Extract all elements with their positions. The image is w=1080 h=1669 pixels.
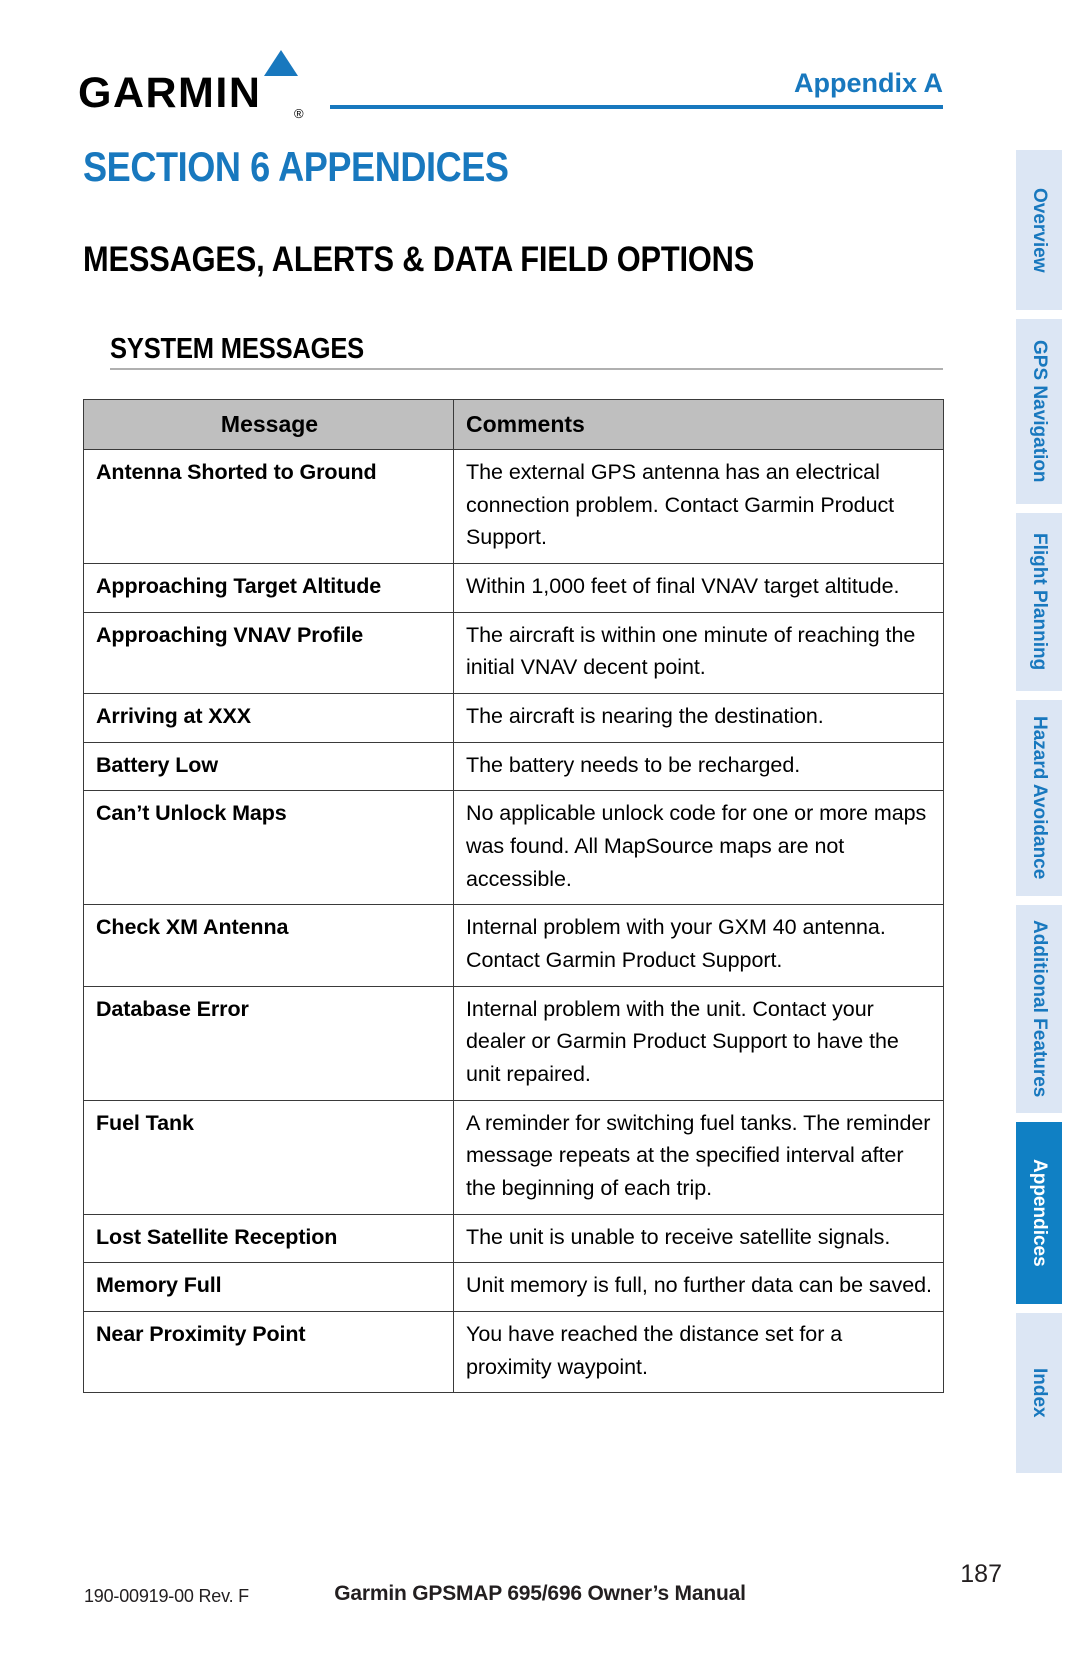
- section-tab-hazard-avoidance[interactable]: Hazard Avoidance: [1016, 700, 1062, 896]
- cell-comments: Within 1,000 feet of final VNAV target a…: [453, 562, 944, 613]
- footer-manual-title: Garmin GPSMAP 695/696 Owner’s Manual: [334, 1582, 746, 1605]
- column-header-message: Message: [83, 399, 454, 450]
- garmin-logo: GARMIN ®: [78, 50, 318, 121]
- cell-message: Check XM Antenna: [83, 904, 454, 987]
- table-row: Check XM Antenna Internal problem with yo…: [83, 904, 944, 987]
- cell-comments: Internal problem with your GXM 40 antenn…: [453, 904, 944, 987]
- cell-comments: No applicable unlock code for one or mor…: [453, 790, 944, 906]
- cell-comments: Internal problem with the unit. Contact …: [453, 985, 944, 1101]
- cell-message: Approaching Target Altitude: [83, 562, 454, 613]
- section-tab-label: Additional Features: [1029, 920, 1050, 1098]
- cell-message: Near Proximity Point: [83, 1311, 454, 1394]
- subsection-heading-wrap: SYSTEM MESSAGES: [110, 333, 943, 370]
- subsection-rule: [110, 368, 943, 370]
- cell-message: Arriving at XXX: [83, 692, 454, 743]
- appendix-label: Appendix A: [793, 68, 943, 98]
- cell-comments: Unit memory is full, no further data can…: [453, 1262, 944, 1313]
- section-tab-strip: Overview GPS Navigation Flight Planning Haz…: [1016, 150, 1062, 1482]
- cell-message: Can’t Unlock Maps: [83, 790, 454, 906]
- section-tab-label: Flight Planning: [1029, 533, 1050, 671]
- section-tab-additional-features[interactable]: Additional Features: [1016, 905, 1062, 1113]
- cell-message: Lost Satellite Reception: [83, 1213, 454, 1264]
- page-header: GARMIN ® Appendix A: [0, 0, 1080, 125]
- cell-message: Fuel Tank: [83, 1099, 454, 1215]
- column-header-comments: Comments: [453, 399, 944, 450]
- table-row: Lost Satellite Reception The unit is unab…: [83, 1213, 944, 1264]
- document-page: GARMIN ® Appendix A SECTION 6 APPENDICES…: [0, 0, 1080, 1669]
- section-tab-gps-navigation[interactable]: GPS Navigation: [1016, 319, 1062, 504]
- table-row: Database Error Internal problem with the …: [83, 985, 944, 1101]
- table-row: Approaching Target Altitude Within 1,000 …: [83, 562, 944, 613]
- cell-comments: The aircraft is nearing the destination.: [453, 692, 944, 743]
- section-tab-label: Hazard Avoidance: [1029, 716, 1050, 880]
- cell-message: Battery Low: [83, 741, 454, 792]
- table-row: Memory Full Unit memory is full, no furth…: [83, 1262, 944, 1313]
- cell-message: Database Error: [83, 985, 454, 1101]
- cell-message: Approaching VNAV Profile: [83, 611, 454, 694]
- section-tab-label: Index: [1029, 1368, 1050, 1418]
- cell-message: Antenna Shorted to Ground: [83, 448, 454, 564]
- registered-trademark-icon: ®: [294, 106, 304, 121]
- section-tab-label: Overview: [1029, 187, 1050, 273]
- section-tab-overview[interactable]: Overview: [1016, 150, 1062, 310]
- cell-comments: The battery needs to be recharged.: [453, 741, 944, 792]
- section-tab-appendices[interactable]: Appendices: [1016, 1122, 1062, 1304]
- garmin-triangle-icon: [264, 50, 298, 76]
- table-row: Near Proximity Point You have reached the…: [83, 1311, 944, 1394]
- section-tab-flight-planning[interactable]: Flight Planning: [1016, 513, 1062, 691]
- section-title: SECTION 6 APPENDICES: [83, 143, 509, 190]
- section-tab-label: GPS Navigation: [1029, 340, 1050, 483]
- cell-comments: You have reached the distance set for a …: [453, 1311, 944, 1394]
- table-row: Approaching VNAV Profile The aircraft is …: [83, 611, 944, 694]
- cell-comments: A reminder for switching fuel tanks. The…: [453, 1099, 944, 1215]
- header-rule: [330, 105, 943, 109]
- chapter-title: MESSAGES, ALERTS & DATA FIELD OPTIONS: [83, 240, 755, 279]
- section-tab-label: Appendices: [1029, 1159, 1050, 1267]
- cell-message: Memory Full: [83, 1262, 454, 1313]
- table-row: Can’t Unlock Maps No applicable unlock co…: [83, 790, 944, 906]
- table-row: Fuel Tank A reminder for switching fuel t…: [83, 1099, 944, 1215]
- cell-comments: The aircraft is within one minute of rea…: [453, 611, 944, 694]
- table-row: Battery Low The battery needs to be recha…: [83, 741, 944, 792]
- subsection-title: SYSTEM MESSAGES: [110, 333, 365, 365]
- page-footer: 190-00919-00 Rev. F Garmin GPSMAP 695/69…: [0, 1560, 1080, 1630]
- cell-comments: The unit is unable to receive satellite …: [453, 1213, 944, 1264]
- table-row: Arriving at XXX The aircraft is nearing t…: [83, 692, 944, 743]
- system-messages-table: Message Comments Antenna Shorted to Grou…: [83, 399, 944, 1394]
- garmin-logo-text: GARMIN: [78, 69, 262, 117]
- cell-comments: The external GPS antenna has an electric…: [453, 448, 944, 564]
- section-tab-index[interactable]: Index: [1016, 1313, 1062, 1473]
- table-header-row: Message Comments: [83, 399, 944, 450]
- table-row: Antenna Shorted to Ground The external GP…: [83, 448, 944, 564]
- footer-page-number: 187: [960, 1560, 1002, 1588]
